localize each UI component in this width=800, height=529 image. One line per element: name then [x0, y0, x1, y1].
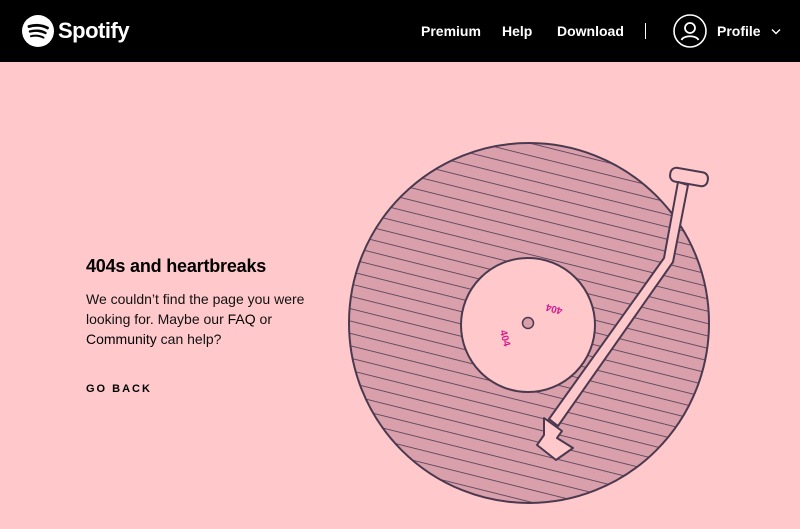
error-content: 404s and heartbreaks We couldn’t find th…	[86, 256, 326, 397]
nav-link-download[interactable]: Download	[557, 23, 624, 39]
error-message-text-3: can help?	[156, 331, 222, 347]
profile-label: Profile	[717, 23, 761, 39]
profile-menu-button[interactable]: Profile	[673, 14, 781, 48]
nav-help: Help	[502, 0, 532, 62]
nav-link-premium[interactable]: Premium	[421, 23, 481, 39]
spindle-icon	[521, 316, 535, 330]
nav-divider	[645, 23, 646, 39]
brand-name: Spotify	[58, 18, 130, 43]
nav-download: Download	[557, 0, 624, 62]
vinyl-record-illustration: 404 404	[348, 142, 710, 504]
nav-premium: Premium	[421, 0, 481, 62]
error-message-text-2: or	[255, 311, 272, 327]
spotify-logo-icon	[22, 15, 54, 47]
error-message: We couldn’t find the page you were looki…	[86, 289, 326, 349]
faq-link[interactable]: FAQ	[228, 311, 256, 327]
nav-link-help[interactable]: Help	[502, 23, 532, 39]
chevron-down-icon	[771, 28, 781, 34]
page-title: 404s and heartbreaks	[86, 256, 267, 276]
top-navigation-bar: Spotify Premium Help Download Profile	[0, 0, 800, 62]
go-back-button[interactable]: GO BACK	[86, 383, 152, 395]
spotify-logo[interactable]: Spotify	[22, 14, 130, 48]
community-link[interactable]: Community	[86, 331, 157, 347]
user-avatar-icon	[673, 14, 707, 48]
